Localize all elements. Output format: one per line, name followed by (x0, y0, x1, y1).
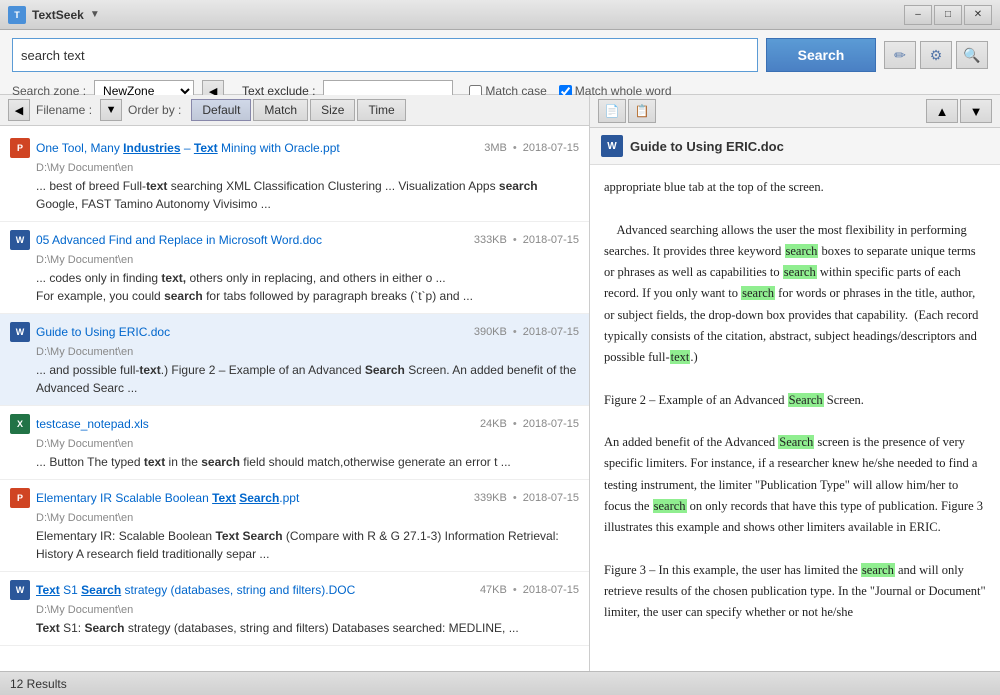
file-header: W Text S1 Search strategy (databases, st… (10, 580, 579, 600)
file-excerpt: Elementary IR: Scalable Boolean Text Sea… (10, 527, 579, 563)
file-meta: 339KB • 2018-07-15 (474, 492, 579, 504)
file-title: One Tool, Many Industries – Text Mining … (36, 141, 478, 155)
prev-file-button[interactable]: ◀ (8, 99, 30, 121)
preview-nav-buttons: ▲ ▼ (926, 99, 992, 123)
file-path: D:\My Document\en (10, 512, 579, 524)
file-header: W Guide to Using ERIC.doc 390KB • 2018-0… (10, 322, 579, 342)
sort-match-button[interactable]: Match (253, 99, 308, 121)
settings-icon-button[interactable]: ⚙ (920, 41, 952, 69)
dropdown-arrow[interactable]: ▼ (90, 9, 100, 20)
file-meta: 47KB • 2018-07-15 (480, 584, 579, 596)
file-title: 05 Advanced Find and Replace in Microsof… (36, 233, 468, 247)
doc-icon: W (10, 230, 30, 250)
sort-bar: ◀ Filename : ▼ Order by : Default Match … (0, 95, 589, 126)
next-match-button[interactable]: ▼ (960, 99, 992, 123)
sort-size-button[interactable]: Size (310, 99, 355, 121)
sort-default-button[interactable]: Default (191, 99, 251, 121)
preview-doc-title: Guide to Using ERIC.doc (630, 139, 784, 154)
file-title: Text S1 Search strategy (databases, stri… (36, 583, 474, 597)
file-excerpt: ... Button The typed text in the search … (10, 453, 579, 471)
list-item[interactable]: P Elementary IR Scalable Boolean Text Se… (0, 480, 589, 572)
preview-copy-buttons: 📄 📋 (598, 99, 656, 123)
file-header: P One Tool, Many Industries – Text Minin… (10, 138, 579, 158)
preview-toolbar: 📄 📋 ▲ ▼ (590, 95, 1000, 128)
file-path: D:\My Document\en (10, 438, 579, 450)
filename-label: Filename : (36, 103, 92, 117)
doc-icon: W (10, 580, 30, 600)
search-bar-area: Search ✏ ⚙ 🔍 Search zone : NewZone ◀ Tex… (0, 30, 1000, 95)
file-path: D:\My Document\en (10, 254, 579, 266)
file-excerpt: ... codes only in finding text, others o… (10, 269, 579, 305)
preview-toolbar-left: 📄 📋 (598, 99, 656, 123)
file-title: Guide to Using ERIC.doc (36, 325, 468, 339)
restore-button[interactable]: □ (934, 5, 962, 25)
list-item[interactable]: W Text S1 Search strategy (databases, st… (0, 572, 589, 646)
title-bar: T TextSeek ▼ – □ ✕ (0, 0, 1000, 30)
pencil-icon: ✏ (894, 47, 906, 64)
copy-all-icon: 📋 (635, 104, 650, 118)
file-list-panel: ◀ Filename : ▼ Order by : Default Match … (0, 95, 590, 671)
file-excerpt: ... best of breed Full-text searching XM… (10, 177, 579, 213)
ppt-icon: P (10, 488, 30, 508)
file-path: D:\My Document\en (10, 604, 579, 616)
file-title: testcase_notepad.xls (36, 417, 474, 431)
close-button[interactable]: ✕ (964, 5, 992, 25)
file-excerpt: ... and possible full-text.) Figure 2 – … (10, 361, 579, 397)
ppt-icon: P (10, 138, 30, 158)
file-meta: 3MB • 2018-07-15 (484, 142, 579, 154)
title-bar-left: T TextSeek ▼ (8, 6, 100, 24)
file-path: D:\My Document\en (10, 346, 579, 358)
list-item[interactable]: W Guide to Using ERIC.doc 390KB • 2018-0… (0, 314, 589, 406)
copy-text-button[interactable]: 📄 (598, 99, 626, 123)
order-by-label: Order by : (128, 103, 181, 117)
file-header: W 05 Advanced Find and Replace in Micros… (10, 230, 579, 250)
list-item[interactable]: X testcase_notepad.xls 24KB • 2018-07-15… (0, 406, 589, 480)
main-content: ◀ Filename : ▼ Order by : Default Match … (0, 95, 1000, 671)
app-icon: T (8, 6, 26, 24)
gear-icon: ⚙ (930, 47, 943, 64)
file-list: P One Tool, Many Industries – Text Minin… (0, 126, 589, 671)
edit-icon-button[interactable]: ✏ (884, 41, 916, 69)
copy-text-icon: 📄 (605, 104, 620, 118)
preview-content[interactable]: appropriate blue tab at the top of the s… (590, 165, 1000, 671)
file-path: D:\My Document\en (10, 162, 579, 174)
file-meta: 390KB • 2018-07-15 (474, 326, 579, 338)
sort-buttons: Default Match Size Time (191, 99, 405, 121)
file-header: X testcase_notepad.xls 24KB • 2018-07-15 (10, 414, 579, 434)
file-meta: 24KB • 2018-07-15 (480, 418, 579, 430)
minimize-button[interactable]: – (904, 5, 932, 25)
doc-preview-icon: W (600, 134, 624, 158)
list-item[interactable]: W 05 Advanced Find and Replace in Micros… (0, 222, 589, 314)
search-input[interactable] (12, 38, 758, 72)
preview-title-bar: W Guide to Using ERIC.doc (590, 128, 1000, 165)
results-count: 12 Results (10, 677, 67, 691)
toolbar-icons: ✏ ⚙ 🔍 (884, 41, 988, 69)
filter-icon-button[interactable]: ▼ (100, 99, 122, 121)
xls-icon: X (10, 414, 30, 434)
status-bar: 12 Results (0, 671, 1000, 695)
magnifier-icon: 🔍 (963, 47, 980, 64)
preview-panel: 📄 📋 ▲ ▼ W Guide to Using ERIC.doc approp… (590, 95, 1000, 671)
sort-time-button[interactable]: Time (357, 99, 405, 121)
window-controls: – □ ✕ (904, 5, 992, 25)
file-header: P Elementary IR Scalable Boolean Text Se… (10, 488, 579, 508)
list-item[interactable]: P One Tool, Many Industries – Text Minin… (0, 130, 589, 222)
search-button[interactable]: Search (766, 38, 876, 72)
copy-all-button[interactable]: 📋 (628, 99, 656, 123)
app-title: TextSeek (32, 8, 84, 22)
doc-icon: W (10, 322, 30, 342)
search-row: Search ✏ ⚙ 🔍 (12, 38, 988, 72)
file-excerpt: Text S1: Search strategy (databases, str… (10, 619, 579, 637)
file-title: Elementary IR Scalable Boolean Text Sear… (36, 491, 468, 505)
file-meta: 333KB • 2018-07-15 (474, 234, 579, 246)
prev-match-button[interactable]: ▲ (926, 99, 958, 123)
search-icon-button[interactable]: 🔍 (956, 41, 988, 69)
